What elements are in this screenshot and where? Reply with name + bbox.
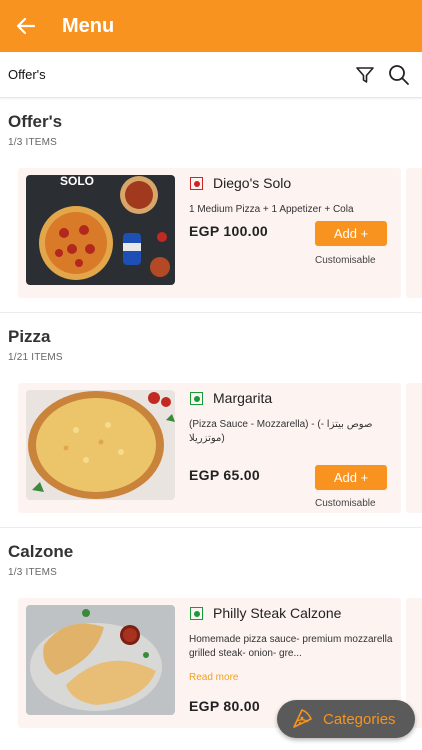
add-button[interactable]: Add + (315, 221, 387, 246)
item-name: Philly Steak Calzone (213, 605, 342, 621)
section-item-count: 1/3 ITEMS (8, 567, 58, 578)
item-carousel[interactable]: SOLO Diego's Solo 1 Medium Pizza + 1 App… (8, 168, 422, 308)
search-button[interactable] (384, 60, 414, 90)
section-item-count: 1/21 ITEMS (8, 352, 63, 363)
back-button[interactable] (12, 12, 40, 40)
menu-item-card[interactable]: SOLO Diego's Solo 1 Medium Pizza + 1 App… (18, 168, 401, 298)
arrow-left-icon (16, 17, 36, 35)
section-title: Offer's (8, 112, 63, 131)
section-title: Pizza (8, 327, 51, 346)
app-screen: Menu Offer's Offer's 1/3 ITEMS SOLO Dieg… (0, 0, 422, 750)
item-image-diegos-solo: SOLO (26, 175, 175, 285)
filter-button[interactable] (350, 60, 380, 90)
read-more-link[interactable]: Read more (189, 672, 238, 683)
item-price: EGP 80.00 (189, 698, 260, 714)
top-app-bar: Menu (0, 0, 422, 52)
item-name: Diego's Solo (213, 175, 292, 191)
item-price: EGP 65.00 (189, 467, 260, 483)
page-title: Menu (62, 14, 115, 37)
categories-button[interactable]: Categories (277, 700, 415, 738)
item-image-margarita (26, 390, 175, 500)
customisable-note: Customisable (315, 498, 376, 509)
item-price: EGP 100.00 (189, 223, 269, 239)
pizza-slice-icon (293, 709, 312, 728)
current-category-label: Offer's (8, 67, 46, 82)
item-image-philly-steak-calzone (26, 605, 175, 715)
menu-item-card[interactable]: Margarita (Pizza Sauce - Mozzarella) - (… (18, 383, 401, 513)
item-description: 1 Medium Pizza + 1 Appetizer + Cola (189, 204, 354, 215)
veg-indicator-icon (190, 607, 203, 620)
menu-section-pizza: Pizza 1/21 ITEMS Margarita (Pizza Sauce … (0, 313, 422, 523)
menu-section-offers: Offer's 1/3 ITEMS SOLO Diego's Solo 1 Me… (0, 98, 422, 308)
search-icon (389, 64, 409, 85)
filter-icon (356, 66, 374, 83)
section-title: Calzone (8, 542, 74, 561)
veg-indicator-icon (190, 392, 203, 405)
next-item-card-peek[interactable] (406, 383, 422, 513)
item-name: Margarita (213, 390, 273, 406)
next-item-card-peek[interactable] (406, 168, 422, 298)
section-item-count: 1/3 ITEMS (8, 137, 58, 148)
non-veg-indicator-icon (190, 177, 203, 190)
categories-label: Categories (323, 710, 396, 728)
add-button[interactable]: Add + (315, 465, 387, 490)
item-carousel[interactable]: Margarita (Pizza Sauce - Mozzarella) - (… (8, 383, 422, 523)
item-description: Homemade pizza sauce- premium mozzarella… (189, 634, 393, 659)
category-subheader: Offer's (0, 52, 422, 98)
image-caption: SOLO (60, 175, 94, 188)
item-description: (Pizza Sauce - Mozzarella) - (صوص بيتزا … (189, 419, 373, 444)
customisable-note: Customisable (315, 255, 376, 266)
